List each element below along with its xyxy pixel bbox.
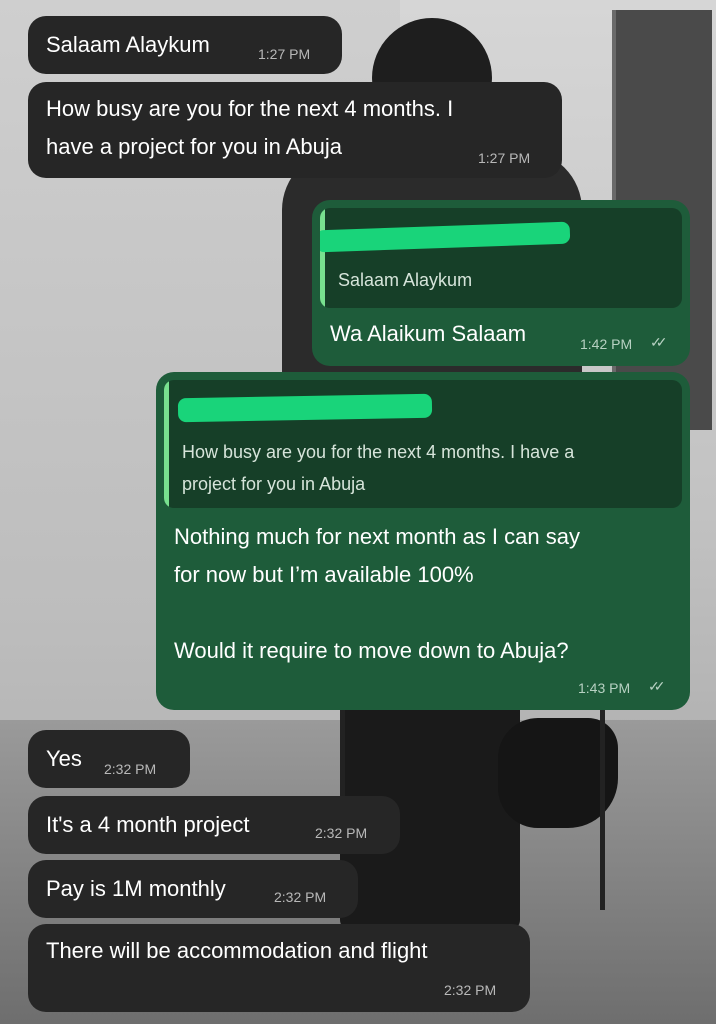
message-text: It's a 4 month project <box>46 812 250 837</box>
quoted-message[interactable]: Salaam Alaykum <box>320 208 682 308</box>
quote-text: How busy are you for the next 4 months. … <box>182 442 575 494</box>
message-text: Salaam Alaykum <box>46 32 210 57</box>
incoming-message[interactable]: Yes 2:32 PM <box>28 730 190 788</box>
message-text: How busy are you for the next 4 months. … <box>46 96 454 159</box>
message-time: 2:32 PM <box>315 825 368 841</box>
message-text: Nothing much for next month as I can say… <box>174 524 580 663</box>
double-check-icon: ✓✓ <box>650 334 668 350</box>
redacted-sender-name <box>320 221 571 253</box>
outgoing-message[interactable]: Salaam Alaykum Wa Alaikum Salaam 1:42 PM… <box>312 200 690 366</box>
incoming-message[interactable]: It's a 4 month project 2:32 PM <box>28 796 400 854</box>
outgoing-message[interactable]: How busy are you for the next 4 months. … <box>156 372 690 710</box>
double-check-icon: ✓✓ <box>648 678 666 694</box>
message-text: There will be accommodation and flight <box>46 938 428 963</box>
message-text: Wa Alaikum Salaam <box>330 321 527 346</box>
message-time: 1:27 PM <box>258 46 311 62</box>
redacted-sender-name <box>177 393 433 423</box>
message-text: Yes <box>46 746 82 771</box>
incoming-message[interactable]: Salaam Alaykum 1:27 PM <box>28 16 342 74</box>
message-time: 2:32 PM <box>274 889 327 905</box>
message-text: Pay is 1M monthly <box>46 876 226 901</box>
message-time: 2:32 PM <box>444 982 497 998</box>
quote-bar <box>164 380 169 508</box>
message-time: 1:27 PM <box>478 150 531 166</box>
incoming-message[interactable]: There will be accommodation and flight 2… <box>28 924 530 1012</box>
message-time: 1:42 PM <box>580 336 633 352</box>
incoming-message[interactable]: How busy are you for the next 4 months. … <box>28 82 562 178</box>
message-time: 2:32 PM <box>104 761 157 777</box>
incoming-message[interactable]: Pay is 1M monthly 2:32 PM <box>28 860 358 918</box>
wallpaper-chair-leg <box>600 700 605 910</box>
quote-bar <box>320 208 325 308</box>
quoted-message[interactable]: How busy are you for the next 4 months. … <box>164 380 682 508</box>
message-time: 1:43 PM <box>578 680 631 696</box>
quote-text: Salaam Alaykum <box>338 270 473 290</box>
